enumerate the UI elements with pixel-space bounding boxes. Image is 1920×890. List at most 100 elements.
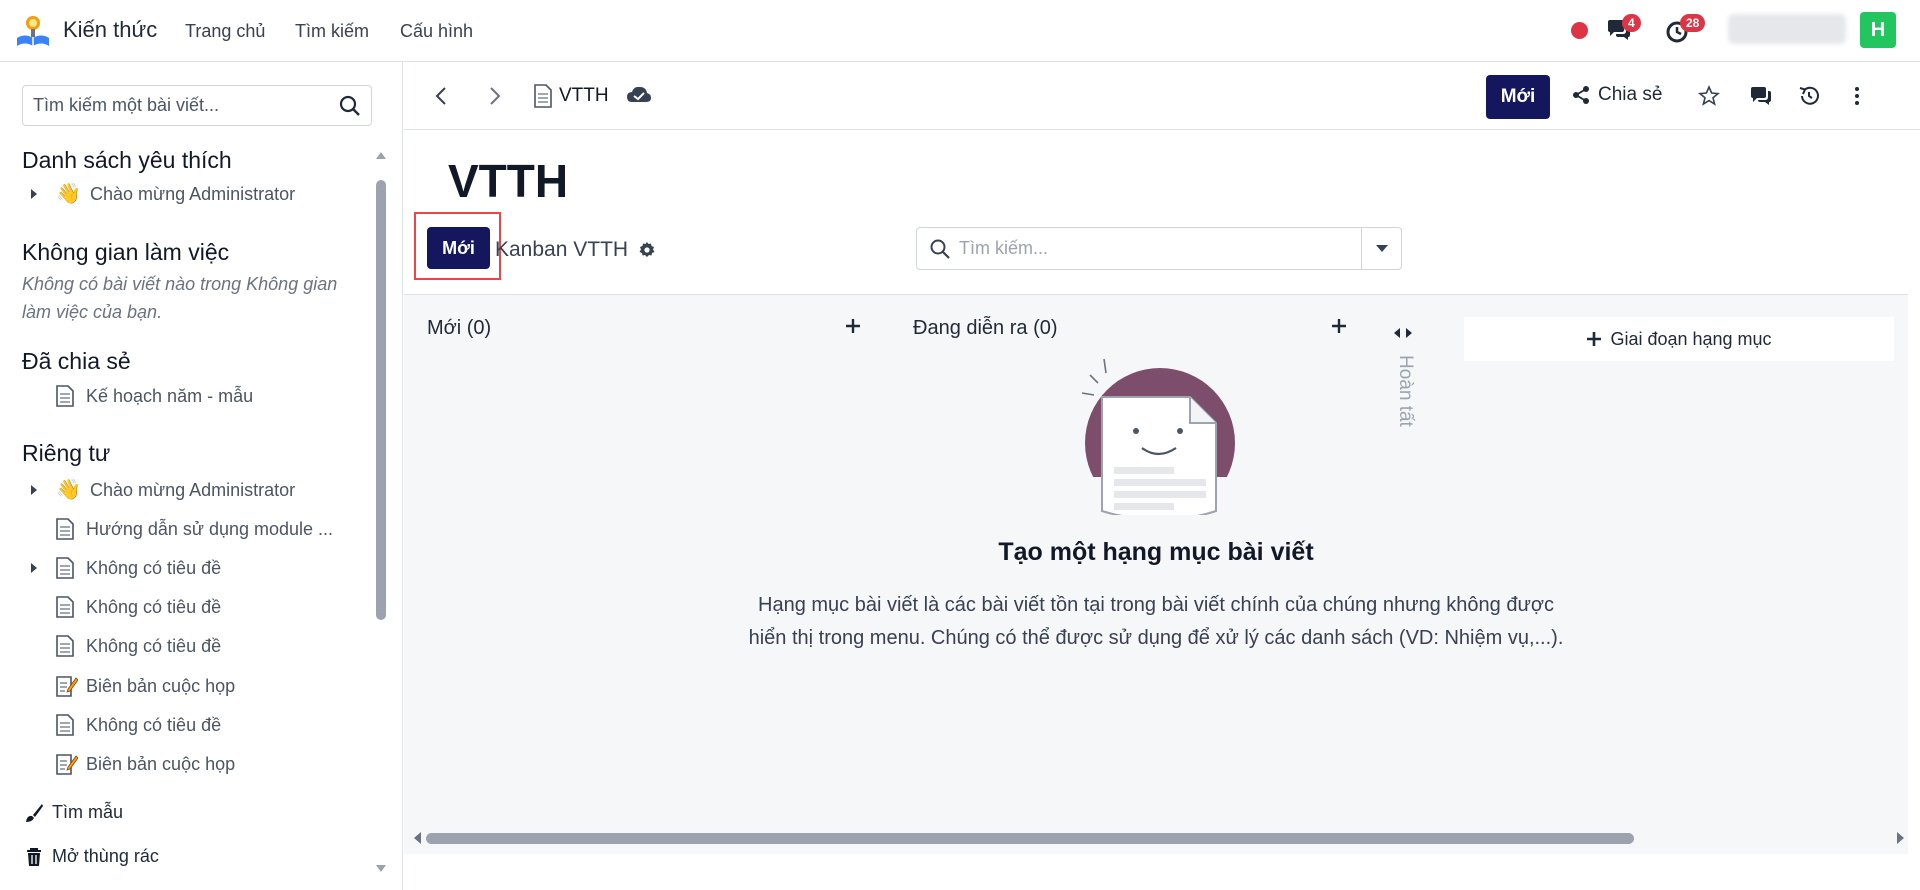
forward-arrow-icon[interactable] xyxy=(482,84,506,108)
sidebar-item-label: Không có tiêu đề xyxy=(86,714,222,735)
expand-caret-icon[interactable] xyxy=(28,562,40,574)
document-icon xyxy=(56,635,74,657)
comments-icon[interactable] xyxy=(1749,84,1773,108)
private-section-title: Riêng tư xyxy=(22,440,111,466)
knowledge-app-logo-icon[interactable] xyxy=(14,12,52,50)
expand-caret-icon[interactable] xyxy=(28,484,40,496)
sidebar-item-private-minutes-2[interactable]: Biên bản cuộc họp xyxy=(28,749,235,779)
sidebar-item-private-welcome[interactable]: 👋 Chào mừng Administrator xyxy=(28,475,295,505)
new-article-button[interactable]: Mới xyxy=(1486,75,1550,119)
share-button[interactable]: Chia sẻ xyxy=(1572,84,1662,106)
chevron-down-icon xyxy=(1376,245,1388,252)
kanban-board: Mới (0) Đang diễn ra (0) Hoàn tất Giai đ… xyxy=(404,294,1908,854)
trash-icon xyxy=(24,847,44,867)
document-icon xyxy=(56,518,74,540)
history-icon[interactable] xyxy=(1797,84,1821,108)
document-icon xyxy=(56,385,74,407)
kanban-title: Kanban VTTH xyxy=(495,238,656,262)
document-icon xyxy=(56,557,74,579)
search-options-toggle[interactable] xyxy=(1361,228,1401,269)
plus-icon xyxy=(1587,332,1602,346)
sidebar-search-box xyxy=(22,85,372,126)
search-icon xyxy=(930,239,950,259)
scroll-left-arrow-icon[interactable] xyxy=(412,831,422,845)
add-card-new-column-plus-icon[interactable] xyxy=(844,317,862,335)
sidebar-item-label: Không có tiêu đề xyxy=(86,635,222,656)
sidebar-item-private-guide[interactable]: Hướng dẫn sử dụng module ... xyxy=(28,514,333,544)
kanban-column-new-title: Mới (0) xyxy=(427,317,492,339)
browse-templates-label: Tìm mẫu xyxy=(52,802,124,822)
control-bar: VTTH Mới Chia sẻ xyxy=(404,62,1920,130)
sidebar: Danh sách yêu thích 👋 Chào mừng Administ… xyxy=(0,62,403,890)
sidebar-item-label: Biên bản cuộc họp xyxy=(86,675,236,696)
nav-link-search[interactable]: Tìm kiếm xyxy=(295,21,369,42)
open-trash-label: Mở thùng rác xyxy=(52,846,159,866)
star-favorite-icon[interactable] xyxy=(1697,84,1721,108)
document-icon xyxy=(56,596,74,618)
sidebar-item-private-untitled-2[interactable]: Không có tiêu đề xyxy=(28,592,221,622)
empty-state-title: Tạo một hạng mục bài viết xyxy=(998,538,1314,566)
sidebar-scrollbar-thumb[interactable] xyxy=(376,180,386,620)
open-trash-link[interactable]: Mở thùng rác xyxy=(24,846,159,867)
document-icon xyxy=(534,84,552,108)
sidebar-item-label: Không có tiêu đề xyxy=(86,596,222,617)
shared-section-title: Đã chia sẻ xyxy=(22,348,131,374)
kanban-search-input[interactable] xyxy=(959,228,1349,269)
chat-badge: 4 xyxy=(1622,14,1641,32)
share-label: Chia sẻ xyxy=(1598,84,1663,105)
waving-hand-icon: 👋 xyxy=(56,183,81,205)
sidebar-item-shared-plan[interactable]: Kế hoạch năm - mẫu xyxy=(28,381,253,411)
activity-badge: 28 xyxy=(1680,14,1706,32)
empty-state-description: Hạng mục bài viết là các bài viết tồn tạ… xyxy=(748,594,1564,649)
expand-caret-icon[interactable] xyxy=(28,188,40,200)
add-stage-button[interactable]: Giai đoạn hạng mục xyxy=(1464,317,1894,361)
sidebar-item-favorite-welcome[interactable]: 👋 Chào mừng Administrator xyxy=(28,179,295,209)
sidebar-item-private-untitled-4[interactable]: Không có tiêu đề xyxy=(28,710,221,740)
page-title[interactable]: VTTH xyxy=(448,154,568,208)
gear-icon[interactable] xyxy=(638,241,656,259)
waving-hand-icon: 👋 xyxy=(56,479,81,501)
scroll-up-arrow-icon[interactable] xyxy=(375,150,387,160)
add-stage-label: Giai đoạn hạng mục xyxy=(1610,328,1772,349)
sidebar-search-input[interactable] xyxy=(23,86,323,125)
share-icon xyxy=(1572,86,1590,104)
folded-column-done[interactable]: Hoàn tất xyxy=(1394,355,1416,427)
workspace-section-title: Không gian làm việc xyxy=(22,239,230,265)
workspace-empty-note: Không có bài viết nào trong Không gian l… xyxy=(22,274,338,322)
kanban-name: Kanban VTTH xyxy=(495,238,629,261)
user-name-blurred[interactable] xyxy=(1728,14,1846,44)
main-content: VTTH Mới Chia sẻ VTTH Mới Kanban VTTH Tì… xyxy=(404,62,1920,890)
nav-link-home[interactable]: Trang chủ xyxy=(185,21,265,42)
search-icon[interactable] xyxy=(339,95,361,117)
sidebar-scrollbar[interactable] xyxy=(375,150,387,874)
sidebar-item-label: Không có tiêu đề xyxy=(86,557,222,578)
breadcrumb[interactable]: VTTH xyxy=(559,85,609,107)
kanban-search-box xyxy=(916,227,1402,270)
more-options-icon[interactable] xyxy=(1845,84,1869,108)
favorites-section-title: Danh sách yêu thích xyxy=(22,147,232,173)
empty-document-illustration-icon xyxy=(1081,358,1235,515)
sidebar-item-private-minutes-1[interactable]: Biên bản cuộc họp xyxy=(28,671,235,701)
memo-icon xyxy=(56,753,79,775)
scroll-down-arrow-icon[interactable] xyxy=(375,864,387,874)
scroll-right-arrow-icon[interactable] xyxy=(1896,831,1906,845)
browse-templates-link[interactable]: Tìm mẫu xyxy=(24,802,123,823)
nav-link-config[interactable]: Cấu hình xyxy=(400,21,473,42)
sidebar-item-label: Hướng dẫn sử dụng module ... xyxy=(86,518,334,539)
sidebar-item-label: Chào mừng Administrator xyxy=(90,183,296,204)
sidebar-item-private-untitled-3[interactable]: Không có tiêu đề xyxy=(28,631,221,661)
app-name[interactable]: Kiến thức xyxy=(63,17,157,43)
avatar[interactable]: H xyxy=(1860,12,1896,48)
sidebar-item-private-untitled-1[interactable]: Không có tiêu đề xyxy=(28,553,221,583)
sidebar-item-label: Biên bản cuộc họp xyxy=(86,753,236,774)
back-arrow-icon[interactable] xyxy=(430,84,454,108)
kanban-scrollbar-thumb[interactable] xyxy=(426,833,1634,844)
unfold-column-arrows-icon[interactable] xyxy=(1392,325,1414,341)
memo-icon xyxy=(56,675,79,697)
kanban-horizontal-scrollbar[interactable] xyxy=(412,830,1908,846)
add-card-inprogress-column-plus-icon[interactable] xyxy=(1330,317,1348,335)
cloud-saved-icon xyxy=(626,84,652,106)
highlight-box xyxy=(414,212,501,280)
recording-indicator-icon[interactable] xyxy=(1571,22,1588,39)
paintbrush-icon xyxy=(24,803,44,823)
